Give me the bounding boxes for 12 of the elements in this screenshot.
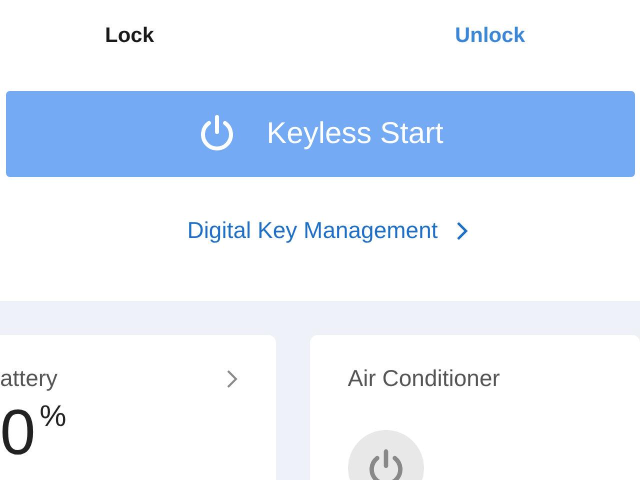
battery-value: 0 [0,400,36,464]
climate-card[interactable]: Air Conditioner [310,335,640,480]
percent-unit: % [40,400,66,434]
card-title: Air Conditioner [348,365,500,392]
keyless-start-label: Keyless Start [266,117,444,151]
digital-key-link[interactable]: Digital Key Management [187,217,468,244]
chevron-right-icon [226,368,238,388]
lock-action[interactable]: Unlock [454,24,525,48]
lock-action[interactable]: Lock [105,24,154,48]
chevron-right-icon [456,220,468,240]
battery-card[interactable]: attery 0% [0,335,276,480]
card-title: attery [0,365,58,392]
